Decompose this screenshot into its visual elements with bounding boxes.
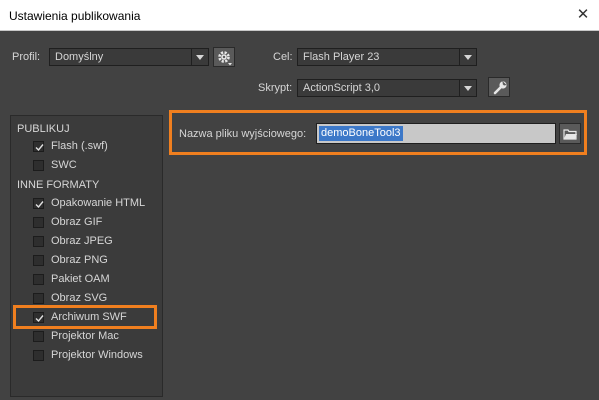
checkbox[interactable] — [33, 350, 44, 361]
chevron-down-icon — [459, 80, 476, 96]
item-label: Pakiet OAM — [51, 273, 110, 285]
swf-archive-highlight — [13, 305, 157, 329]
output-file-value: demoBoneTool3 — [319, 126, 403, 141]
checkbox[interactable] — [33, 274, 44, 285]
checkbox[interactable] — [33, 293, 44, 304]
checkbox[interactable] — [33, 236, 44, 247]
checkmark-icon — [35, 201, 44, 209]
profile-dropdown[interactable]: Domyślny — [49, 48, 209, 66]
item-label: Opakowanie HTML — [51, 197, 146, 209]
checkbox[interactable] — [33, 198, 44, 209]
output-file-section: Nazwa pliku wyjściowego: demoBoneTool3 — [169, 110, 587, 155]
folder-icon — [563, 129, 577, 140]
other-formats-heading: INNE FORMATY — [17, 179, 100, 191]
item-label: SWC — [51, 159, 77, 171]
item-label: Obraz JPEG — [51, 235, 113, 247]
output-file-label: Nazwa pliku wyjściowego: — [179, 128, 307, 140]
script-settings-button[interactable] — [488, 77, 510, 97]
format-sidebar: PUBLIKUJ Flash (.swf) SWC INNE FORMATY O… — [10, 115, 163, 397]
checkbox[interactable] — [33, 141, 44, 152]
title-bar: Ustawienia publikowania ✕ — [0, 0, 599, 31]
item-label: Projektor Windows — [51, 349, 143, 361]
item-label: Obraz PNG — [51, 254, 108, 266]
profile-value: Domyślny — [55, 51, 104, 63]
target-label: Cel: — [273, 51, 293, 63]
close-icon[interactable]: ✕ — [574, 5, 592, 25]
profile-settings-button[interactable] — [213, 47, 235, 67]
wrench-icon — [493, 81, 507, 95]
script-label: Skrypt: — [258, 82, 293, 94]
gear-icon — [218, 51, 232, 66]
output-file-input[interactable]: demoBoneTool3 — [316, 123, 556, 144]
script-value: ActionScript 3,0 — [303, 82, 381, 94]
item-label: Flash (.swf) — [51, 140, 108, 152]
chevron-down-icon — [191, 49, 208, 65]
checkbox[interactable] — [33, 331, 44, 342]
target-value: Flash Player 23 — [303, 51, 380, 63]
item-label: Obraz GIF — [51, 216, 103, 228]
profile-label: Profil: — [12, 51, 41, 63]
publish-heading: PUBLIKUJ — [17, 123, 70, 135]
checkbox[interactable] — [33, 255, 44, 266]
checkmark-icon — [35, 144, 44, 152]
item-label: Obraz SVG — [51, 292, 108, 304]
checkbox[interactable] — [33, 217, 44, 228]
window-title: Ustawienia publikowania — [9, 9, 141, 23]
checkbox[interactable] — [33, 160, 44, 171]
script-dropdown[interactable]: ActionScript 3,0 — [297, 79, 477, 97]
target-dropdown[interactable]: Flash Player 23 — [297, 48, 477, 66]
item-label: Projektor Mac — [51, 330, 119, 342]
chevron-down-icon — [459, 49, 476, 65]
browse-button[interactable] — [559, 123, 581, 144]
